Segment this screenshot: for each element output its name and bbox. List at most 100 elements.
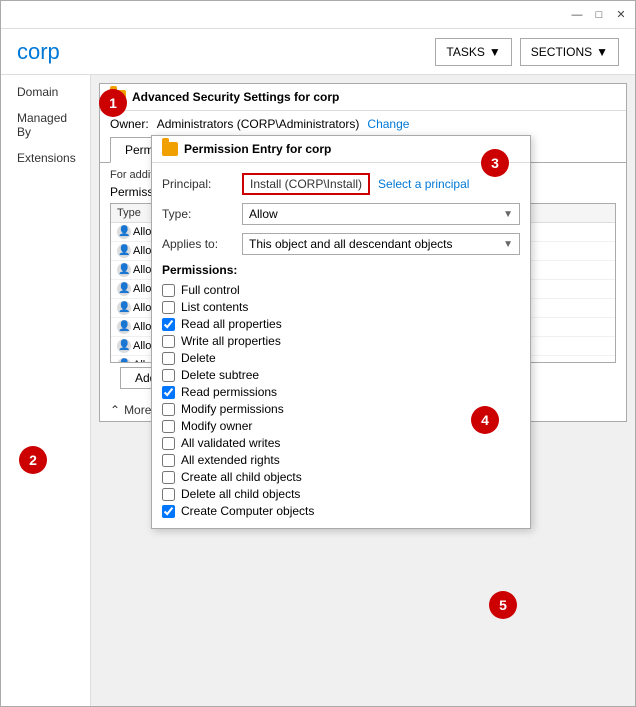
perm-label: Modify owner <box>181 419 252 433</box>
user-icon <box>117 263 131 277</box>
user-icon <box>117 282 131 296</box>
checkbox-row: Modify owner <box>162 419 520 433</box>
checkbox-row: Delete <box>162 351 520 365</box>
perm-label: Read all properties <box>181 317 282 331</box>
app-header: corp TASKS ▼ SECTIONS ▼ <box>1 29 635 75</box>
row-extra <box>558 242 615 261</box>
checkbox-row: Create Computer objects <box>162 504 520 518</box>
principal-value: Install (CORP\Install) <box>242 173 370 195</box>
sidebar: Domain Managed By Extensions <box>1 75 91 706</box>
tasks-dropdown-icon: ▼ <box>489 45 501 59</box>
folder-icon-dialog <box>162 142 178 156</box>
row-extra <box>558 261 615 280</box>
tasks-button[interactable]: TASKS ▼ <box>435 38 511 66</box>
title-bar: — □ ✕ <box>1 1 635 29</box>
perm-checkbox-0[interactable] <box>162 284 175 297</box>
checkbox-row: Delete all child objects <box>162 487 520 501</box>
row-extra <box>558 299 615 318</box>
user-icon <box>117 339 131 353</box>
perm-label: All validated writes <box>181 436 280 450</box>
row-extra <box>558 223 615 242</box>
perm-entry-dialog-body: Principal: Install (CORP\Install) Select… <box>152 163 530 528</box>
perm-checkbox-6[interactable] <box>162 386 175 399</box>
checkbox-row: Read all properties <box>162 317 520 331</box>
select-principal-link[interactable]: Select a principal <box>378 177 469 191</box>
perm-label: All extended rights <box>181 453 280 467</box>
perm-entry-dialog-header: Permission Entry for corp <box>152 136 530 163</box>
applies-label: Applies to: <box>162 237 242 251</box>
type-dropdown[interactable]: Allow ▼ <box>242 203 520 225</box>
user-icon <box>117 320 131 334</box>
checkbox-row: Create all child objects <box>162 470 520 484</box>
perm-label: List contents <box>181 300 248 314</box>
applies-dropdown[interactable]: This object and all descendant objects ▼ <box>242 233 520 255</box>
checkbox-row: Full control <box>162 283 520 297</box>
checkbox-row: Read permissions <box>162 385 520 399</box>
row-extra <box>558 356 615 364</box>
main-area: Domain Managed By Extensions Advanced Se… <box>1 75 635 706</box>
perm-checkbox-4[interactable] <box>162 352 175 365</box>
user-icon <box>117 244 131 258</box>
perm-checkbox-1[interactable] <box>162 301 175 314</box>
folder-icon <box>110 90 126 104</box>
perm-label: Modify permissions <box>181 402 284 416</box>
permissions-section-label: Permissions: <box>162 263 520 277</box>
perm-checkbox-13[interactable] <box>162 505 175 518</box>
checkbox-row: All validated writes <box>162 436 520 450</box>
row-extra <box>558 318 615 337</box>
applies-dropdown-arrow: ▼ <box>503 239 513 250</box>
perm-entry-dialog: Permission Entry for corp Principal: Ins… <box>151 135 531 529</box>
principal-label: Principal: <box>162 177 242 191</box>
row-extra <box>558 280 615 299</box>
owner-row: Owner: Administrators (CORP\Administrato… <box>100 111 626 137</box>
permissions-grid: Full control List contents Read all proper… <box>162 283 520 518</box>
principal-row: Principal: Install (CORP\Install) Select… <box>162 173 520 195</box>
perm-label: Delete all child objects <box>181 487 300 501</box>
perm-label: Create all child objects <box>181 470 302 484</box>
main-window: — □ ✕ corp TASKS ▼ SECTIONS ▼ Domain Man… <box>0 0 636 707</box>
permissions-checkboxes-section: Permissions: Full control List contents Re… <box>162 263 520 518</box>
col-extra <box>558 204 615 223</box>
perm-checkbox-5[interactable] <box>162 369 175 382</box>
window-controls: — □ ✕ <box>567 6 631 24</box>
perm-checkbox-7[interactable] <box>162 403 175 416</box>
chevron-up-icon: ⌃ <box>110 403 120 417</box>
perm-label: Write all properties <box>181 334 281 348</box>
close-button[interactable]: ✕ <box>611 6 631 24</box>
change-owner-link[interactable]: Change <box>367 117 409 131</box>
perm-checkbox-12[interactable] <box>162 488 175 501</box>
checkbox-row: Write all properties <box>162 334 520 348</box>
perm-checkbox-8[interactable] <box>162 420 175 433</box>
perm-checkbox-3[interactable] <box>162 335 175 348</box>
applies-row: Applies to: This object and all descenda… <box>162 233 520 255</box>
sections-button[interactable]: SECTIONS ▼ <box>520 38 619 66</box>
perm-checkbox-9[interactable] <box>162 437 175 450</box>
perm-checkbox-10[interactable] <box>162 454 175 467</box>
sections-dropdown-icon: ▼ <box>596 45 608 59</box>
user-icon <box>117 225 131 239</box>
sidebar-item-managed-by[interactable]: Managed By <box>1 105 90 145</box>
checkbox-row: List contents <box>162 300 520 314</box>
perm-label: Delete subtree <box>181 368 259 382</box>
perm-label: Delete <box>181 351 216 365</box>
perm-checkbox-11[interactable] <box>162 471 175 484</box>
sidebar-item-domain[interactable]: Domain <box>1 79 90 105</box>
perm-checkbox-2[interactable] <box>162 318 175 331</box>
checkbox-row: Delete subtree <box>162 368 520 382</box>
row-extra <box>558 337 615 356</box>
type-row: Type: Allow ▼ <box>162 203 520 225</box>
minimize-button[interactable]: — <box>567 6 587 24</box>
checkbox-row: All extended rights <box>162 453 520 467</box>
perm-label: Create Computer objects <box>181 504 314 518</box>
perm-label: Read permissions <box>181 385 277 399</box>
content-area: Advanced Security Settings for corp Owne… <box>91 75 635 706</box>
type-label: Type: <box>162 207 242 221</box>
app-title: corp <box>17 39 427 65</box>
type-dropdown-arrow: ▼ <box>503 209 513 220</box>
sidebar-item-extensions[interactable]: Extensions <box>1 145 90 171</box>
user-icon <box>117 301 131 315</box>
maximize-button[interactable]: □ <box>589 6 609 24</box>
perm-label: Full control <box>181 283 240 297</box>
adv-security-header: Advanced Security Settings for corp <box>100 84 626 111</box>
checkbox-row: Modify permissions <box>162 402 520 416</box>
